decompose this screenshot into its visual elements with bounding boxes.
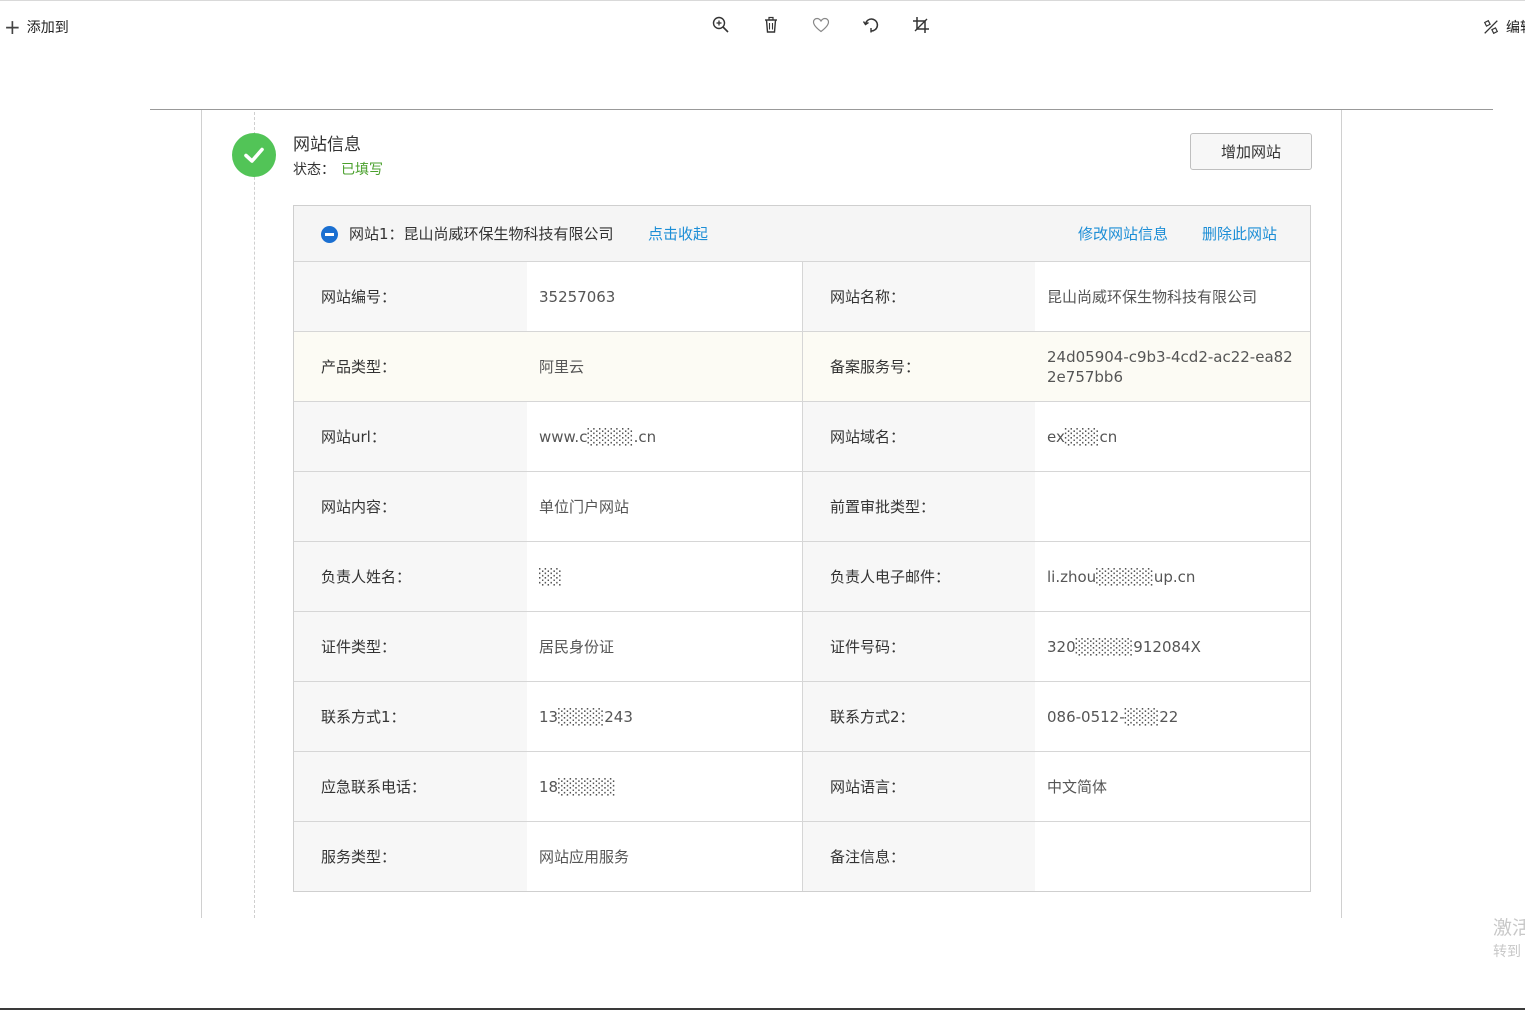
field-label: 证件类型： [294,612,527,681]
field-value: 35257063 [527,262,803,331]
modify-site-link[interactable]: 修改网站信息 [1078,223,1168,244]
info-row: 服务类型： 网站应用服务 备注信息： [294,822,1310,891]
field-label: 备案服务号： [803,332,1035,401]
info-row: 网站编号： 35257063 网站名称： 昆山尚威环保生物科技有限公司 [294,262,1310,332]
field-label: 联系方式1： [294,682,527,751]
top-border [0,0,1525,1]
add-site-button[interactable]: 增加网站 [1190,133,1312,170]
activation-watermark: 激活 [1493,917,1525,939]
rotate-icon[interactable] [860,14,882,36]
crop-icon[interactable] [910,14,932,36]
field-label: 产品类型： [294,332,527,401]
info-row: 联系方式1： 13░░░░243 联系方式2： 086-0512-░░░22 [294,682,1310,752]
field-label: 联系方式2： [803,682,1035,751]
info-row: 负责人姓名： ░░ 负责人电子邮件： li.zhou░░░░░up.cn [294,542,1310,612]
check-icon [232,133,276,177]
section-title: 网站信息 [293,135,361,155]
field-label: 负责人姓名： [294,542,527,611]
field-value: 320░░░░░912084X [1035,612,1310,681]
field-value: 18░░░░░ [527,752,803,821]
field-value: li.zhou░░░░░up.cn [1035,542,1310,611]
collapse-link[interactable]: 点击收起 [648,223,708,244]
trash-icon[interactable] [760,14,782,36]
field-label: 服务类型： [294,822,527,891]
field-label: 网站url： [294,402,527,471]
field-label: 网站名称： [803,262,1035,331]
info-row: 应急联系电话： 18░░░░░ 网站语言： 中文简体 [294,752,1310,822]
add-to-label: 添加到 [26,20,69,36]
field-value: 24d05904-c9b3-4cd2-ac22-ea822e757bb6 [1035,332,1310,401]
frame-right-border [1341,110,1342,918]
viewer-toolbar [710,14,960,36]
site-panel-header: 网站1：昆山尚威环保生物科技有限公司 点击收起 修改网站信息 删除此网站 [294,206,1310,262]
info-row: 网站内容： 单位门户网站 前置审批类型： [294,472,1310,542]
field-value: 居民身份证 [527,612,803,681]
field-label: 前置审批类型： [803,472,1035,541]
field-label: 备注信息： [803,822,1035,891]
section-status: 状态： 已填写 [293,159,383,179]
field-label: 网站编号： [294,262,527,331]
page-divider [150,109,1493,110]
field-value: 昆山尚威环保生物科技有限公司 [1035,262,1310,331]
edit-icon [1483,19,1499,35]
field-value: 阿里云 [527,332,803,401]
info-row: 证件类型： 居民身份证 证件号码： 320░░░░░912084X [294,612,1310,682]
heart-icon[interactable] [810,14,832,36]
frame-left-border [201,110,202,918]
field-label: 网站语言： [803,752,1035,821]
zoom-in-icon[interactable] [710,14,732,36]
field-label: 负责人电子邮件： [803,542,1035,611]
field-label: 证件号码： [803,612,1035,681]
plus-icon: + [4,15,21,39]
field-value: 086-0512-░░░22 [1035,682,1310,751]
timeline-dashed-line [254,112,255,918]
site-title: 网站1：昆山尚威环保生物科技有限公司 [349,225,614,243]
edit-label: 编辑 [1506,20,1525,36]
site-panel: 网站1：昆山尚威环保生物科技有限公司 点击收起 修改网站信息 删除此网站 网站编… [293,205,1311,892]
info-row: 产品类型： 阿里云 备案服务号： 24d05904-c9b3-4cd2-ac22… [294,332,1310,402]
field-value [1035,822,1310,891]
field-value: www.c░░░░.cn [527,402,803,471]
field-value: 单位门户网站 [527,472,803,541]
field-value: 网站应用服务 [527,822,803,891]
field-value [1035,472,1310,541]
delete-site-link[interactable]: 删除此网站 [1202,223,1277,244]
field-label: 应急联系电话： [294,752,527,821]
field-value: ex░░░cn [1035,402,1310,471]
field-label: 网站内容： [294,472,527,541]
activation-watermark-hint: 转到 [1493,944,1521,960]
info-row: 网站url： www.c░░░░.cn 网站域名： ex░░░cn [294,402,1310,472]
field-label: 网站域名： [803,402,1035,471]
field-value: 13░░░░243 [527,682,803,751]
collapse-minus-icon[interactable] [321,226,338,243]
edit-button[interactable]: 编辑 [1482,16,1525,38]
status-label: 状态： [293,162,335,178]
status-value: 已填写 [341,162,383,178]
add-to-button[interactable]: + 添加到 [4,16,69,38]
field-value: ░░ [527,542,803,611]
field-value: 中文简体 [1035,752,1310,821]
